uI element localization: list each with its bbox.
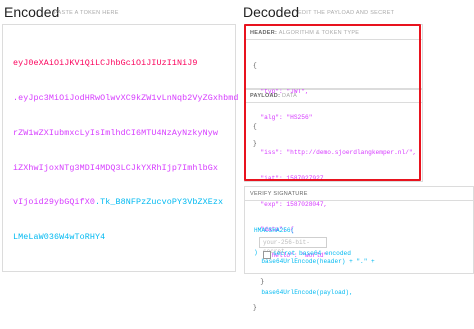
token-signature-part: LMeLaW036W4wToRHY4 xyxy=(13,232,106,243)
secret-input[interactable]: your-256-bit-secret xyxy=(259,237,327,255)
decoded-title: Decoded xyxy=(243,4,300,20)
token-payload-part: rZW1wZXIubmxcLyIsImlhdCI6MTU4NzAyNzkyNyw xyxy=(13,127,219,138)
base64-checkbox[interactable] xyxy=(263,251,271,259)
token-payload-part: .eyJpc3MiOiJodHRwOlwvXC9kZW1vLnNqb2VyZGx… xyxy=(13,92,239,103)
encoded-token-panel[interactable]: eyJ0eXAiOiJKV1QiLCJhbGciOiJIUzI1NiJ9 .ey… xyxy=(2,24,239,272)
token-payload-part: vIjoid29ybGQifX0 xyxy=(13,197,96,208)
token-line: rZW1wZXIubmxcLyIsImlhdCI6MTU4NzAyNzkyNyw xyxy=(13,128,239,140)
token-line: vIjoid29ybGQifX0.Tk_B8NFPzZucvoPY3VbZXEz… xyxy=(13,197,239,209)
encoded-hint: PASTE A TOKEN HERE xyxy=(54,10,119,16)
signature-line: HMACSHA256( xyxy=(254,227,295,235)
encoded-title: Encoded xyxy=(4,4,60,20)
divider xyxy=(245,200,473,201)
token-line: .eyJpc3MiOiJodHRwOlwvXC9kZW1vLnNqb2VyZGx… xyxy=(13,93,239,105)
signature-code: HMACSHA256( base64UrlEncode(header) + ".… xyxy=(254,206,375,318)
token-line: iZXhwIjoxNTg3MDI4MDQ3LCJkYXRhIjp7ImhlbGx xyxy=(13,163,239,175)
token-line: eyJ0eXAiOiJKV1QiLCJhbGciOiJIUzI1NiJ9 xyxy=(13,58,239,70)
base64-checkbox-label: secret base64 encoded xyxy=(273,250,351,257)
token-signature-part: .Tk_B8NFPzZucvoPY3VbZXEzx xyxy=(95,197,224,208)
signature-section-label: VERIFY SIGNATURE xyxy=(250,191,308,197)
token-line: LMeLaW036W4wToRHY4 xyxy=(13,232,239,244)
token-payload-part: iZXhwIjoxNTg3MDI4MDQ3LCJkYXRhIjp7ImhlbGx xyxy=(13,162,219,173)
token-text[interactable]: eyJ0eXAiOiJKV1QiLCJhbGciOiJIUzI1NiJ9 .ey… xyxy=(13,35,239,267)
signature-section: VERIFY SIGNATURE HMACSHA256( base64UrlEn… xyxy=(244,186,474,296)
highlight-outline xyxy=(244,24,421,181)
token-header-part: eyJ0eXAiOiJKV1QiLCJhbGciOiJIUzI1NiJ9 xyxy=(13,58,198,69)
signature-line: base64UrlEncode(payload), xyxy=(254,288,353,296)
signature-close-paren: ) xyxy=(254,249,258,256)
signature-line: base64UrlEncode(header) + "." + xyxy=(254,258,375,266)
decoded-hint: EDIT THE PAYLOAD AND SECRET xyxy=(298,10,395,16)
